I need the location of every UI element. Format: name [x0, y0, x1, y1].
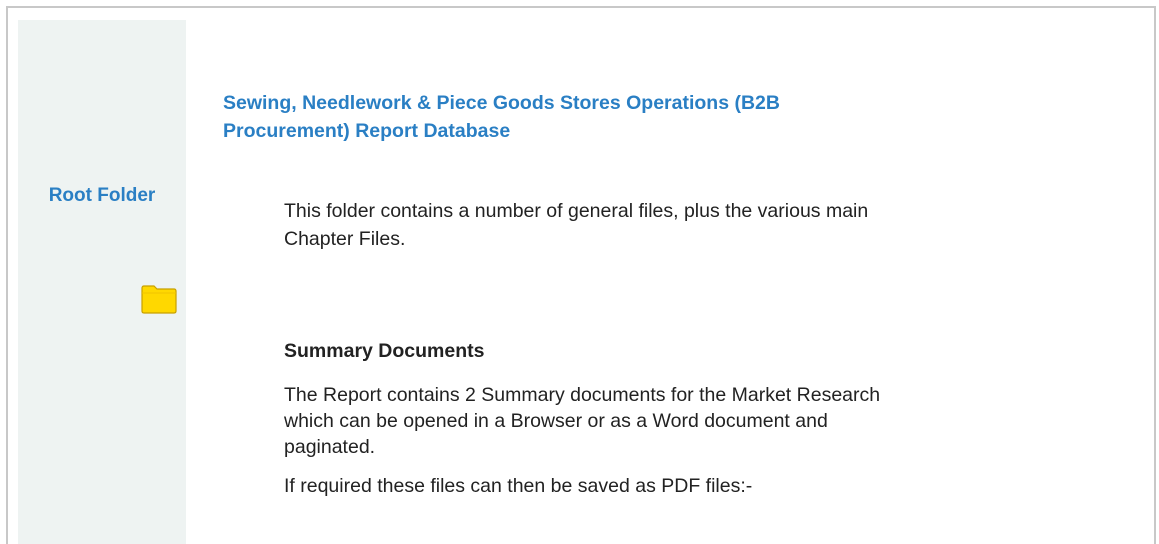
sidebar: Root Folder [18, 20, 186, 544]
intro-paragraph: This folder contains a number of general… [284, 200, 869, 250]
folder-icon[interactable] [140, 284, 178, 314]
pdf-note: If required these files can then be save… [284, 475, 753, 497]
summary-documents-heading: Summary Documents [284, 340, 485, 362]
page-title: Sewing, Needlework & Piece Goods Stores … [223, 92, 780, 142]
summary-description: The Report contains 2 Summary documents … [284, 384, 881, 458]
root-folder-label[interactable]: Root Folder [18, 185, 186, 207]
